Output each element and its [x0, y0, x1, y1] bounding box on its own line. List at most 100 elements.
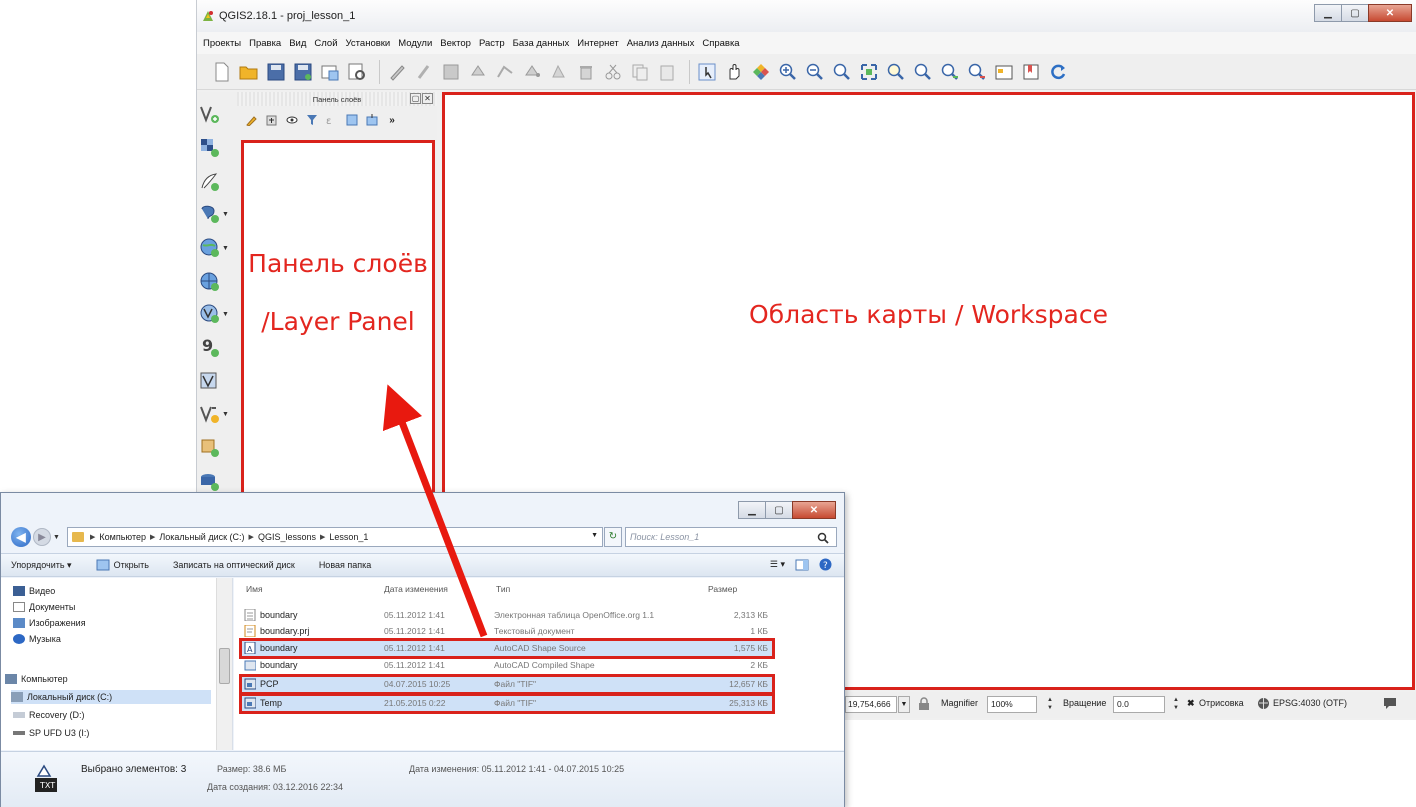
- collapse-all-icon[interactable]: [365, 113, 379, 127]
- move-feature-icon[interactable]: [548, 61, 570, 83]
- touch-zoom-icon[interactable]: [696, 61, 718, 83]
- toggle-editing-icon[interactable]: [413, 61, 435, 83]
- rotation-field[interactable]: 0.0: [1113, 696, 1165, 713]
- organize-button[interactable]: Упорядочить ▾: [11, 560, 72, 571]
- preview-pane-icon[interactable]: [795, 559, 809, 571]
- nav-item-local-disk[interactable]: Локальный диск (C:): [11, 690, 211, 704]
- lock-scale-icon[interactable]: [918, 697, 930, 711]
- explorer-minimize-button[interactable]: ▁: [738, 501, 766, 519]
- filter-legend-icon[interactable]: [305, 113, 319, 127]
- column-name[interactable]: Имя: [246, 584, 263, 594]
- crs-status[interactable]: EPSG:4030 (OTF): [1273, 698, 1347, 708]
- help-icon[interactable]: ?: [819, 558, 832, 571]
- new-shapefile-icon[interactable]: ▼: [199, 400, 231, 428]
- search-icon[interactable]: [817, 532, 829, 544]
- add-oracle-layer-icon[interactable]: [199, 434, 231, 462]
- magnifier-field[interactable]: 100%: [987, 696, 1037, 713]
- menu-edit[interactable]: Правка: [249, 38, 281, 49]
- paste-features-icon[interactable]: [656, 61, 678, 83]
- panel-close-button[interactable]: ✕: [422, 93, 433, 104]
- menu-analysis[interactable]: Анализ данных: [627, 38, 695, 49]
- zoom-out-icon[interactable]: [804, 61, 826, 83]
- layer-style-icon[interactable]: [245, 113, 259, 127]
- zoom-last-icon[interactable]: [939, 61, 961, 83]
- file-row[interactable]: PCP 04.07.2015 10:25 Файл "TIF" 12,657 К…: [239, 674, 775, 695]
- recent-pages-dropdown[interactable]: ▼: [53, 534, 60, 541]
- menu-database[interactable]: База данных: [513, 38, 570, 49]
- add-ring-icon[interactable]: [494, 61, 516, 83]
- open-button[interactable]: Открыть: [96, 559, 149, 571]
- column-date[interactable]: Дата изменения: [384, 584, 448, 594]
- zoom-full-icon[interactable]: [858, 61, 880, 83]
- save-project-icon[interactable]: [265, 61, 287, 83]
- composer-manager-icon[interactable]: [346, 61, 368, 83]
- nav-item-recovery[interactable]: Recovery (D:): [13, 708, 85, 722]
- add-spatialite-layer-icon[interactable]: [199, 168, 231, 196]
- add-vector-layer-icon[interactable]: [199, 100, 231, 128]
- menu-settings[interactable]: Установки: [346, 38, 391, 49]
- menu-vector[interactable]: Вектор: [440, 38, 471, 49]
- menu-web[interactable]: Интернет: [577, 38, 618, 49]
- more-tools-icon[interactable]: »: [385, 113, 399, 127]
- address-bar[interactable]: ▶ Компьютер ▶ Локальный диск (C:) ▶ QGIS…: [67, 527, 603, 547]
- new-print-composer-icon[interactable]: [319, 61, 341, 83]
- node-tool-icon[interactable]: [521, 61, 543, 83]
- new-project-icon[interactable]: [211, 61, 233, 83]
- nav-item-computer[interactable]: Компьютер: [5, 672, 68, 686]
- menu-layer[interactable]: Слой: [314, 38, 337, 49]
- refresh-icon[interactable]: [1047, 61, 1069, 83]
- file-row[interactable]: A boundary 05.11.2012 1:41 AutoCAD Shape…: [239, 638, 775, 659]
- file-row[interactable]: Temp 21.05.2015 0:22 Файл "TIF" 25,313 К…: [239, 693, 775, 714]
- zoom-to-layer-icon[interactable]: [912, 61, 934, 83]
- crs-globe-icon[interactable]: [1257, 697, 1270, 710]
- explorer-refresh-button[interactable]: ↻: [604, 527, 622, 547]
- rotation-spinner[interactable]: ▲ ▼: [1171, 696, 1181, 713]
- nav-item-video[interactable]: Видео: [13, 584, 55, 598]
- file-row[interactable]: boundary.prj 05.11.2012 1:41 Текстовый д…: [242, 624, 772, 639]
- pan-to-selection-icon[interactable]: [750, 61, 772, 83]
- add-feature-icon[interactable]: [467, 61, 489, 83]
- burn-button[interactable]: Записать на оптический диск: [173, 560, 295, 570]
- minimize-button[interactable]: ▁: [1314, 4, 1342, 22]
- add-virtual-layer-icon[interactable]: [199, 368, 231, 396]
- search-input[interactable]: Поиск: Lesson_1: [625, 527, 837, 547]
- open-project-icon[interactable]: [238, 61, 260, 83]
- layer-tree[interactable]: Панель слоёв /Layer Panel: [241, 140, 435, 502]
- new-bookmark-icon[interactable]: [1020, 61, 1042, 83]
- breadcrumb-computer[interactable]: Компьютер: [99, 532, 146, 542]
- panel-float-button[interactable]: ▢: [410, 93, 421, 104]
- new-map-view-icon[interactable]: [993, 61, 1015, 83]
- breadcrumb-lesson-1[interactable]: Lesson_1: [329, 532, 368, 542]
- copy-features-icon[interactable]: [629, 61, 651, 83]
- current-edits-icon[interactable]: [386, 61, 408, 83]
- zoom-to-selection-icon[interactable]: [885, 61, 907, 83]
- explorer-maximize-button[interactable]: ▢: [765, 501, 793, 519]
- render-checkbox-icon[interactable]: ✖: [1187, 698, 1195, 709]
- forward-button[interactable]: ▶: [33, 528, 51, 546]
- column-type[interactable]: Тип: [496, 584, 510, 594]
- nav-item-music[interactable]: Музыка: [13, 632, 61, 646]
- close-button[interactable]: ✕: [1368, 4, 1412, 22]
- menu-raster[interactable]: Растр: [479, 38, 505, 49]
- delete-selected-icon[interactable]: [575, 61, 597, 83]
- view-options-icon[interactable]: ☰ ▾: [770, 559, 785, 570]
- nav-item-documents[interactable]: Документы: [13, 600, 75, 614]
- messages-icon[interactable]: [1383, 696, 1397, 710]
- navigation-scroll-thumb[interactable]: [219, 648, 230, 684]
- menu-plugins[interactable]: Модули: [398, 38, 432, 49]
- pan-map-icon[interactable]: [723, 61, 745, 83]
- save-layer-edits-icon[interactable]: [440, 61, 462, 83]
- zoom-native-icon[interactable]: [831, 61, 853, 83]
- nav-item-usb[interactable]: SP UFD U3 (I:): [13, 726, 89, 740]
- file-row[interactable]: boundary 05.11.2012 1:41 AutoCAD Compile…: [242, 658, 772, 673]
- add-wfs-layer-icon[interactable]: ▼: [199, 300, 231, 328]
- menu-help[interactable]: Справка: [702, 38, 739, 49]
- cut-features-icon[interactable]: [602, 61, 624, 83]
- magnifier-spinner[interactable]: ▲ ▼: [1045, 696, 1055, 713]
- scale-dropdown[interactable]: ▼: [898, 696, 910, 713]
- menu-view[interactable]: Вид: [289, 38, 306, 49]
- add-delimited-text-icon[interactable]: 9: [199, 334, 231, 362]
- breadcrumb-qgis-lessons[interactable]: QGIS_lessons: [258, 532, 316, 542]
- filter-expression-icon[interactable]: ε: [325, 113, 339, 127]
- back-button[interactable]: ◀: [11, 527, 31, 547]
